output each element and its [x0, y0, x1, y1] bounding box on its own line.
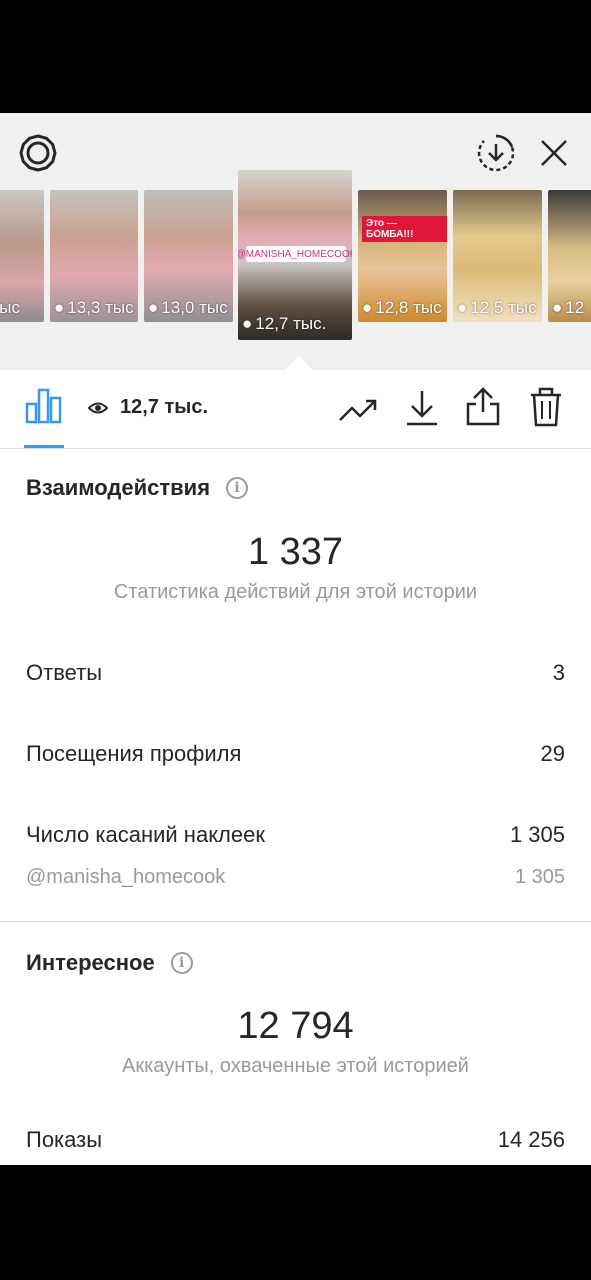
eye-icon: ● — [457, 298, 468, 317]
discovery-title: Интересное i — [26, 950, 193, 976]
thumbnail-views: ● 12,5 тыс — [457, 298, 537, 317]
story-thumbnail[interactable]: ● 13,3 тыс — [50, 190, 138, 322]
share-icon — [466, 387, 500, 426]
close-button[interactable] — [532, 131, 576, 175]
selected-pointer — [285, 356, 313, 370]
stat-row-profile-visits: Посещения профиля 29 — [26, 741, 565, 766]
eye-icon: ● — [54, 298, 65, 317]
story-thumbnail-strip[interactable]: ●5 тыс ●13,3 тыс ●13,0 тыс @MANISHA_HOME… — [0, 170, 591, 370]
story-insights-screen: ●5 тыс ●13,3 тыс ●13,0 тыс @MANISHA_HOME… — [0, 113, 591, 1165]
discovery-description: Аккаунты, охваченные этой историей — [122, 1055, 469, 1077]
thumbnail-views: ● 12,8 тыс — [362, 298, 442, 317]
thumbnail-views: ● 13,3 тыс — [54, 298, 134, 317]
download-button[interactable] — [400, 386, 444, 430]
discovery-total: 12 794 — [237, 1005, 354, 1047]
download-icon — [407, 391, 437, 426]
info-icon[interactable]: i — [226, 477, 249, 499]
close-icon — [541, 140, 567, 166]
story-thumbnail[interactable]: ● 13,0 тыс — [144, 190, 233, 322]
settings-button[interactable] — [16, 131, 60, 175]
share-button[interactable] — [461, 384, 505, 430]
views-count: 12,7 тыс. — [88, 396, 208, 419]
info-icon[interactable]: i — [170, 952, 193, 974]
insights-toolbar: 12,7 тыс. — [0, 370, 591, 449]
eye-icon: ● — [148, 298, 159, 317]
active-tab-indicator — [24, 445, 64, 448]
thumbnail-views: ●5 тыс — [0, 298, 20, 317]
story-thumbnail-selected[interactable]: @MANISHA_HOMECOOK ● 12,7 тыс. — [238, 170, 352, 340]
story-thumbnail[interactable]: Это — БОМБА!!! ● 12,8 тыс — [358, 190, 447, 322]
story-thumbnail[interactable]: ●5 тыс — [0, 190, 44, 322]
eye-icon — [88, 402, 108, 413]
thumbnail-views: ● 12,7 тыс. — [242, 314, 327, 333]
thumbnail-views: ● 13,0 тыс — [148, 298, 228, 317]
interactions-title: Взаимодействия i — [26, 475, 249, 501]
trash-icon — [531, 387, 561, 427]
eye-icon: ● — [362, 298, 373, 317]
interactions-description: Статистика действий для этой истории — [113, 581, 478, 603]
gear-icon — [19, 134, 57, 172]
promote-button[interactable] — [336, 390, 380, 430]
save-story-button[interactable] — [474, 131, 518, 175]
story-caption: Это — БОМБА!!! — [362, 216, 447, 242]
eye-icon: ● — [552, 298, 563, 317]
story-header: ●5 тыс ●13,3 тыс ●13,0 тыс @MANISHA_HOME… — [0, 113, 591, 370]
thumbnail-views: ● 12 — [552, 298, 585, 317]
stat-subrow-mention: @manisha_homecook 1 305 — [26, 866, 565, 888]
story-thumbnail[interactable]: ● 12,5 тыс — [453, 190, 542, 322]
story-thumbnail[interactable]: ● 12 — [548, 190, 591, 322]
stat-row-replies: Ответы 3 — [26, 660, 565, 685]
delete-button[interactable] — [524, 384, 568, 430]
bar-chart-icon — [25, 388, 62, 424]
stat-row-sticker-taps: Число касаний наклеек 1 305 — [26, 822, 565, 847]
download-circle-icon — [477, 134, 515, 172]
eye-icon: ● — [242, 314, 253, 333]
interactions-total: 1 337 — [247, 531, 344, 573]
insights-tab[interactable] — [24, 388, 64, 448]
trending-up-icon — [339, 399, 377, 421]
sticker-mention: @MANISHA_HOMECOOK — [238, 246, 352, 262]
section-divider — [0, 921, 591, 922]
stat-row-impressions: Показы 14 256 — [26, 1127, 565, 1152]
